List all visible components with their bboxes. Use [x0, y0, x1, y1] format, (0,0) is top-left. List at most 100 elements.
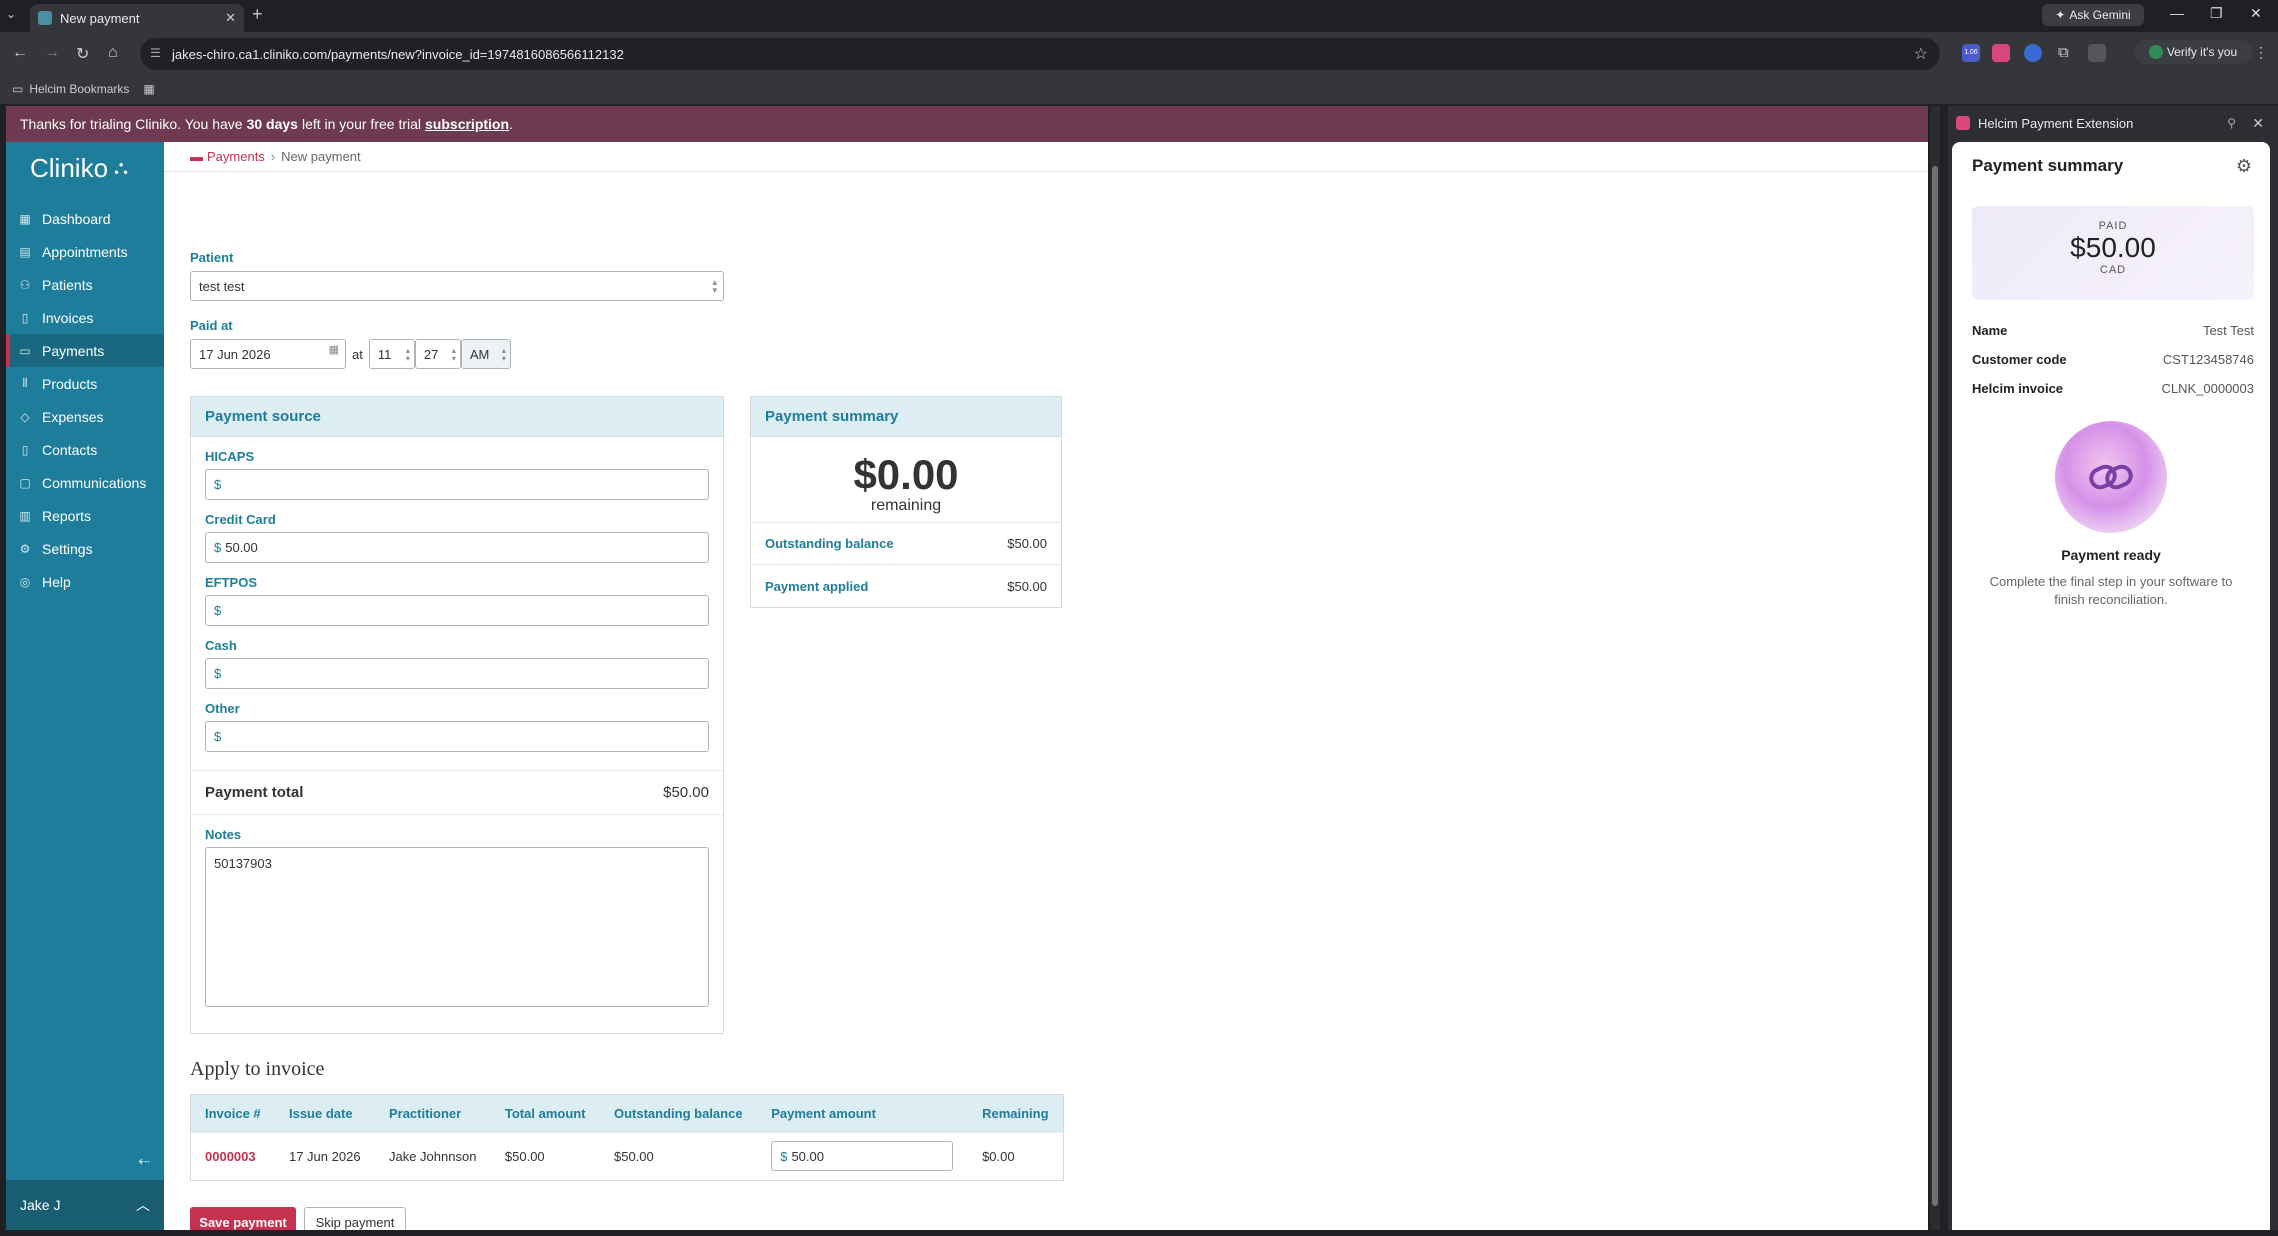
minimize-icon[interactable]: —: [2170, 5, 2184, 21]
payment-total-row: Payment total $50.00: [191, 770, 723, 814]
extension-header: Helcim Payment Extension ⚲ ✕: [1948, 106, 2278, 140]
banner-suffix: .: [509, 116, 513, 132]
forward-arrow-icon[interactable]: →: [44, 44, 60, 62]
payment-summary-title: Payment summary: [751, 397, 1061, 437]
site-info-icon[interactable]: ☰: [150, 46, 161, 60]
sidebar-item-products[interactable]: ⦀ Products: [6, 367, 164, 400]
sidebar-item-dashboard[interactable]: ▦ Dashboard: [6, 202, 164, 235]
tag-icon: ◇: [20, 409, 30, 424]
other-label: Other: [205, 701, 240, 716]
date-value: 17 Jun 2026: [199, 346, 271, 362]
breadcrumb-payments-link[interactable]: Payments: [207, 149, 265, 164]
notes-textarea[interactable]: 50137903: [205, 847, 709, 1007]
barcode-icon: ⦀: [22, 376, 28, 390]
currency-symbol: $: [214, 603, 222, 618]
sidebar-item-reports[interactable]: ▥ Reports: [6, 499, 164, 532]
col-invoice-number: Invoice #: [190, 1094, 275, 1133]
invoice-table: Invoice # Issue date Practitioner Total …: [190, 1094, 1064, 1181]
new-tab-plus-icon[interactable]: +: [252, 4, 263, 25]
page-scrollbar[interactable]: [1930, 106, 1940, 1230]
browser-menu-icon[interactable]: ⋮: [2254, 44, 2268, 61]
cliniko-logo[interactable]: Cliniko ⛬: [6, 142, 164, 194]
patient-field: Patient test test ▴ ▾: [190, 250, 724, 301]
people-icon: ⚇: [19, 277, 31, 292]
window-close-icon[interactable]: ✕: [2250, 5, 2262, 22]
detail-row: Helcim invoice CLNK_0000003: [1952, 374, 2270, 403]
invoice-number-link[interactable]: 0000003: [205, 1149, 256, 1164]
back-arrow-icon[interactable]: ←: [12, 44, 28, 62]
gear-icon[interactable]: ⚙: [2236, 156, 2252, 177]
apply-to-invoice-title: Apply to invoice: [190, 1058, 325, 1080]
verify-label: Verify it's you: [2166, 45, 2238, 59]
scrollbar-thumb[interactable]: [1932, 166, 1938, 1206]
hicaps-input[interactable]: $: [205, 469, 709, 500]
sidebar-item-contacts[interactable]: ▯ Contacts: [6, 433, 164, 466]
trial-banner: Thanks for trialing Cliniko. You have 30…: [6, 106, 1928, 142]
table-header-row: Invoice # Issue date Practitioner Total …: [190, 1094, 1064, 1133]
sidebar-item-settings[interactable]: ⚙ Settings: [6, 532, 164, 565]
patient-select[interactable]: test test ▴ ▾: [190, 271, 724, 301]
pin-icon[interactable]: ⚲: [2227, 116, 2236, 130]
credit-card-input[interactable]: $50.00: [205, 532, 709, 563]
payment-ready-subtitle: Complete the final step in your software…: [1989, 574, 2233, 607]
home-icon[interactable]: ⌂: [108, 44, 118, 62]
user-menu[interactable]: Jake J ︿: [6, 1180, 164, 1230]
extension-badge-icon[interactable]: 1.06: [1962, 44, 1980, 62]
address-bar[interactable]: ☰ jakes-chiro.ca1.cliniko.com/payments/n…: [140, 38, 1940, 70]
sidebar-item-payments[interactable]: ▭ Payments: [6, 334, 164, 367]
main-content: ▬ Payments › New payment Patient test te…: [164, 142, 1928, 1230]
sidebar-item-expenses[interactable]: ◇ Expenses: [6, 400, 164, 433]
browser-tab[interactable]: New payment ✕: [30, 4, 244, 32]
sidebar-item-patients[interactable]: ⚇ Patients: [6, 268, 164, 301]
restore-icon[interactable]: ❐: [2210, 5, 2223, 22]
sidebar-item-appointments[interactable]: ▤ Appointments: [6, 235, 164, 268]
cash-input[interactable]: $: [205, 658, 709, 689]
sidebar-item-label: Invoices: [42, 309, 94, 326]
verify-profile-button[interactable]: Verify it's you: [2134, 40, 2252, 64]
subscription-link[interactable]: subscription: [425, 116, 509, 132]
apps-grid-icon[interactable]: ▦: [143, 82, 154, 96]
payment-amount-input[interactable]: $50.00: [771, 1141, 954, 1172]
sidebar-item-help[interactable]: ◎ Help: [6, 565, 164, 598]
collapse-sidebar-icon[interactable]: ⇠: [138, 1153, 150, 1170]
calendar-icon: ▤: [19, 244, 31, 259]
issue-date-cell: 17 Jun 2026: [288, 1148, 361, 1164]
select-arrows-icon: ▴ ▾: [501, 346, 506, 363]
ampm-select[interactable]: AM ▴ ▾: [460, 339, 511, 369]
password-manager-icon[interactable]: [2024, 44, 2042, 62]
eftpos-input[interactable]: $: [205, 595, 709, 626]
bookmark-star-icon[interactable]: ☆: [1914, 44, 1928, 64]
payment-applied-row: Payment applied $50.00: [751, 565, 1061, 607]
hicaps-label: HICAPS: [205, 449, 255, 464]
minute-input[interactable]: 27 ▴ ▾: [414, 339, 461, 369]
other-input[interactable]: $: [205, 721, 709, 752]
ask-gemini-button[interactable]: ✦ Ask Gemini: [2042, 4, 2144, 26]
date-input[interactable]: 17 Jun 2026 ▦: [190, 339, 346, 369]
helcim-extension-icon[interactable]: [1992, 44, 2010, 62]
bookmark-folder-helcim[interactable]: Helcim Bookmarks: [29, 82, 129, 96]
hour-input[interactable]: 11 ▴ ▾: [368, 339, 415, 369]
remaining-label: remaining: [870, 497, 942, 514]
sidebar-item-label: Expenses: [42, 408, 104, 425]
sidebar-item-label: Appointments: [42, 243, 128, 260]
tab-list-chevron-icon[interactable]: ⌄: [6, 7, 16, 21]
detail-label: Name: [1972, 323, 2008, 338]
sidebar-item-communications[interactable]: ▢ Communications: [6, 466, 164, 499]
save-payment-button[interactable]: Save payment: [190, 1207, 296, 1230]
at-label: at: [352, 346, 363, 362]
puzzle-extensions-icon[interactable]: ⧉: [2058, 44, 2076, 62]
detail-row: Customer code CST123458746: [1952, 345, 2270, 374]
remaining-display: $0.00 remaining: [751, 437, 1061, 523]
close-tab-icon[interactable]: ✕: [225, 10, 236, 26]
side-panel-icon[interactable]: [2088, 44, 2106, 62]
credit-card-value: 50.00: [225, 540, 258, 555]
sidebar-item-label: Patients: [42, 276, 93, 293]
skip-payment-button[interactable]: Skip payment: [304, 1207, 406, 1230]
close-panel-icon[interactable]: ✕: [2252, 115, 2264, 132]
link-orb: [2055, 421, 2167, 533]
payment-ready-graphic: [1952, 421, 2270, 533]
extension-title: Helcim Payment Extension: [1978, 115, 2134, 131]
detail-row: Name Test Test: [1952, 316, 2270, 345]
sidebar-item-invoices[interactable]: ▯ Invoices: [6, 301, 164, 334]
reload-icon[interactable]: ↻: [76, 44, 89, 64]
